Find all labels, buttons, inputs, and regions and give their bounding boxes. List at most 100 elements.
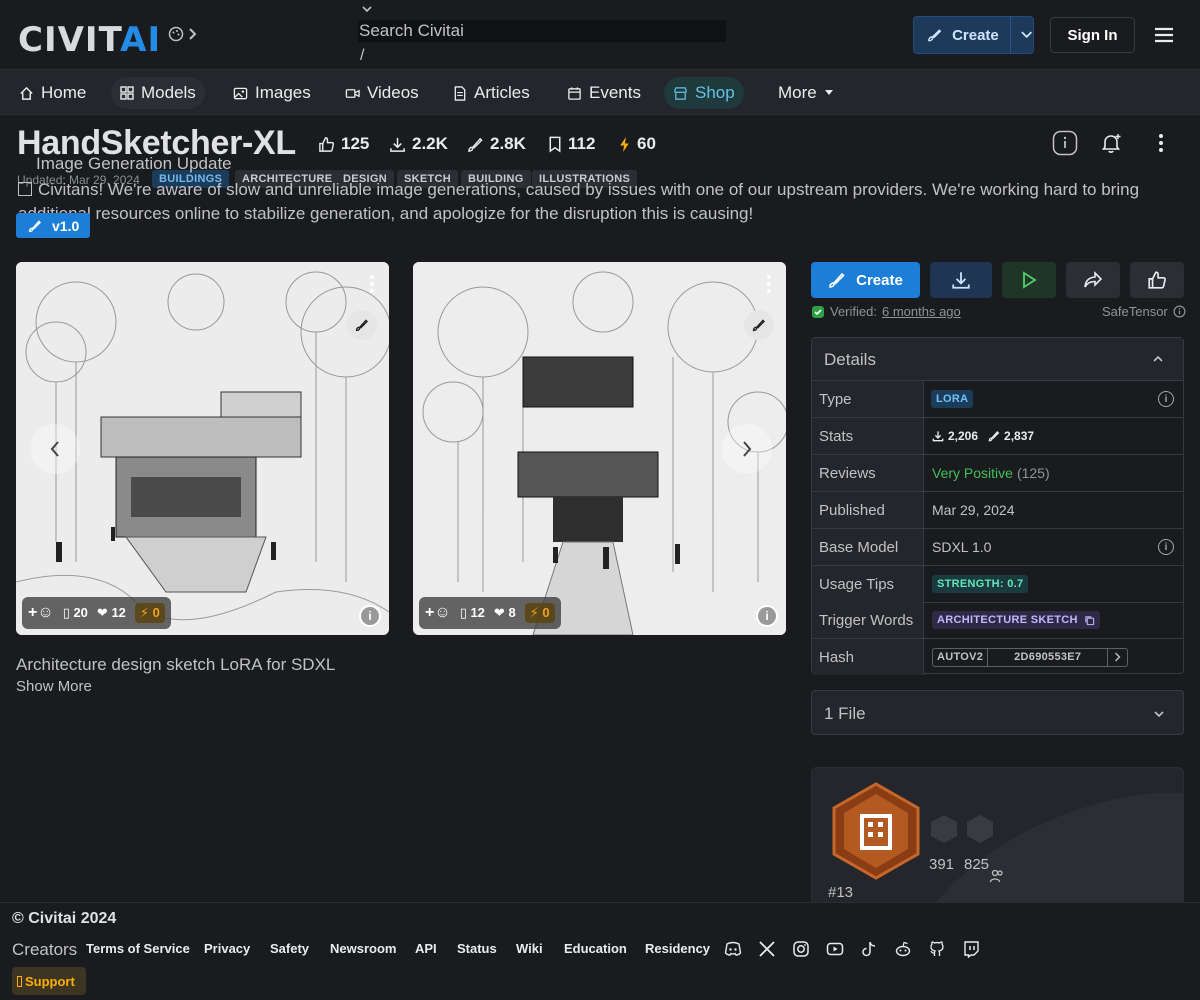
downloads-stat: 2.2K [389,134,448,154]
remix-button[interactable] [744,310,774,340]
footer-link-status[interactable]: Status [457,941,497,956]
hash-type[interactable]: AUTOV2 [932,647,989,667]
main-nav: Home Models Images Videos Articles Event… [0,70,1200,115]
buzz-tip-count[interactable]: ⚡ 0 [134,603,165,623]
reviews-rating[interactable]: Very Positive [932,465,1013,481]
footer-link-wiki[interactable]: Wiki [516,941,543,956]
bookmarks-count: 112 [568,134,596,153]
x-twitter-icon[interactable] [758,940,776,958]
carousel-prev-button[interactable] [30,424,80,474]
footer-link-api[interactable]: API [415,941,437,956]
announcement-body: Civitans! We're aware of slow and unreli… [18,180,1140,223]
chevron-down-icon[interactable] [361,4,373,14]
files-panel[interactable]: 1 File [811,690,1184,735]
add-reaction-icon[interactable]: +☺ [425,604,451,622]
buzz-tip-count[interactable]: ⚡ 0 [524,603,555,623]
copy-icon[interactable] [1084,615,1095,626]
share-button[interactable] [1066,262,1120,298]
row-value: Very Positive (125) [932,455,1050,491]
nav-models[interactable]: Models [111,77,205,109]
chevron-up-icon [1153,355,1163,362]
files-label: 1 File [824,704,866,723]
create-button-label: Create [856,271,903,289]
model-info-icon[interactable] [1052,130,1078,156]
discord-icon[interactable] [724,940,742,958]
hash-next-button[interactable] [1108,647,1129,667]
trigger-word-badge[interactable]: ARCHITECTURE SKETCH [932,611,1100,629]
creator-card: 391 825 #13 [811,767,1184,907]
row-label: Trigger Words [812,602,924,638]
header-create-button[interactable]: Create [913,16,1034,54]
creator-rank: #13 [828,884,854,901]
footer-link-safety[interactable]: Safety [270,941,309,956]
image-info-icon[interactable]: i [756,605,778,627]
search-shortcut-hint: / [360,47,365,64]
info-icon[interactable] [1173,305,1186,318]
hamburger-menu-icon[interactable] [1152,24,1176,46]
nav-articles[interactable]: Articles [444,77,539,109]
announcement-icon [18,182,32,196]
nav-events-label: Events [589,83,641,102]
comment-count: ▯ 12 [459,605,485,620]
nav-home[interactable]: Home [10,77,95,109]
remix-button[interactable] [347,310,377,340]
support-button[interactable]: Support [12,967,86,995]
create-button[interactable]: Create [811,262,920,298]
notification-bell-icon[interactable] [1098,130,1124,156]
footer-link-terms[interactable]: Terms of Service [86,941,190,956]
caret-down-icon [824,90,833,95]
row-label: Stats [812,418,924,454]
footer-link-residency[interactable]: Residency [645,941,710,956]
row-label: Hash [812,639,924,675]
image-info-icon[interactable]: i [359,605,381,627]
instagram-icon[interactable] [792,940,810,958]
add-reaction-icon[interactable]: +☺ [28,604,54,622]
footer-creators-link[interactable]: Creators [12,940,77,960]
download-button[interactable] [930,262,992,298]
copyright: © Civitai 2024 [12,910,117,927]
info-icon[interactable]: i [1158,391,1174,407]
carousel-next-button[interactable] [722,424,772,474]
footer-link-education[interactable]: Education [564,941,627,956]
youtube-icon[interactable] [826,940,844,958]
play-button[interactable] [1002,262,1056,298]
nav-articles-label: Articles [474,83,530,102]
nav-more[interactable]: More [769,77,843,109]
details-header[interactable]: Details [812,338,1183,381]
nav-videos-label: Videos [367,83,419,102]
show-more-link[interactable]: Show More [16,678,92,695]
twitch-icon[interactable] [962,940,980,958]
more-options-icon[interactable] [1148,130,1174,156]
sign-in-button[interactable]: Sign In [1050,17,1135,53]
card-menu-icon[interactable] [369,274,375,294]
support-label: Support [25,973,75,989]
nav-events[interactable]: Events [558,77,650,109]
nav-images-label: Images [255,83,311,102]
nav-shop[interactable]: Shop [664,77,744,109]
hash-value[interactable]: 2D690553E7 [988,647,1109,667]
download-icon [932,431,944,442]
info-icon[interactable]: i [1158,539,1174,555]
card-menu-icon[interactable] [766,274,772,294]
events-icon [568,86,581,100]
nav-images[interactable]: Images [224,77,320,109]
row-value: SDXL 1.0 [932,539,992,555]
chevron-down-icon[interactable] [1020,30,1033,40]
row-label: Published [812,492,924,528]
github-icon[interactable] [928,940,946,958]
review-button[interactable] [1130,262,1184,298]
chevron-down-icon [1154,711,1164,718]
civitai-logo[interactable]: CIVITAI [18,20,161,60]
tiktok-icon[interactable] [860,940,878,958]
play-icon [1023,271,1037,289]
nav-videos[interactable]: Videos [336,77,428,109]
footer-link-newsroom[interactable]: Newsroom [330,941,396,956]
logo-extras[interactable] [168,26,198,42]
footer-link-privacy[interactable]: Privacy [204,941,250,956]
type-badge: LORA [931,390,974,408]
stats-downloads: 2,206 [932,429,978,443]
version-button[interactable]: v1.0 [16,213,90,238]
verified-time-link[interactable]: 6 months ago [882,304,961,319]
reddit-icon[interactable] [894,940,912,958]
search-input[interactable] [358,20,726,42]
